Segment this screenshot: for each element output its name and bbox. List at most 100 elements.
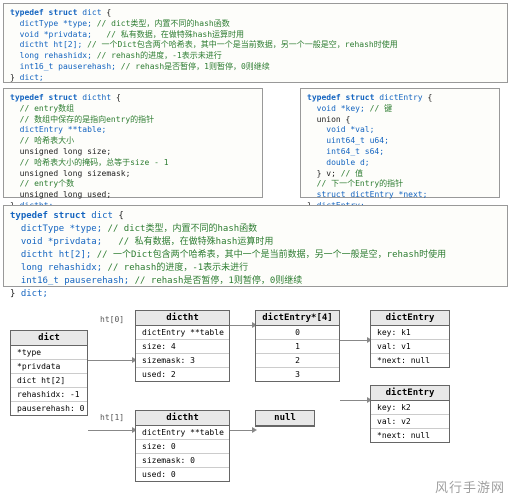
box-row: *next: null: [371, 429, 449, 442]
keyword: typedef struct: [10, 93, 77, 102]
struct-name: dict: [91, 211, 113, 221]
box-row: val: v1: [371, 340, 449, 354]
box-row: sizemask: 3: [136, 354, 229, 368]
box-row: 0: [256, 326, 339, 340]
brace: {: [118, 211, 123, 221]
diagram-box-dict: dict *type *privdata dict ht[2] rehashid…: [10, 330, 88, 416]
box-row: key: k2: [371, 401, 449, 415]
arrow: [88, 430, 133, 431]
box-row: used: 2: [136, 368, 229, 381]
code-line: unsigned long sizemask;: [20, 169, 131, 178]
code-block-dictht: typedef struct dictht { // entry数组 // 数组…: [3, 88, 263, 198]
box-row: used: 0: [136, 468, 229, 481]
code-block-dict-bottom: typedef struct dict { dictType *type; //…: [3, 205, 508, 287]
code-line: int16_t pauserehash;: [20, 62, 116, 71]
code-line: dictType *type;: [20, 19, 92, 28]
code-line: } v;: [317, 169, 336, 178]
arrow: [340, 340, 368, 341]
code-line: dictht ht[2];: [20, 40, 83, 49]
comment: // rehash是否暂停，1则暂停，0则继续: [121, 62, 270, 71]
comment: // 私有数据，在做特殊hash运算时用: [118, 237, 273, 247]
code-line: long rehashidx;: [21, 263, 102, 273]
box-title: null: [256, 411, 314, 426]
diagram-box-dictht0: dictht dictEntry **table size: 4 sizemas…: [135, 310, 230, 382]
box-row: *privdata: [11, 360, 87, 374]
keyword: typedef struct: [307, 93, 374, 102]
label-ht1: ht[1]: [100, 413, 124, 422]
code-line: dictEntry **table;: [20, 125, 107, 134]
box-title: dictEntry: [371, 386, 449, 401]
label-ht0: ht[0]: [100, 315, 124, 324]
arrow: [230, 430, 253, 431]
comment: // 私有数据，在做特殊hash运算时用: [106, 30, 244, 39]
keyword: typedef struct: [10, 8, 77, 17]
comment: // 一个Dict包含两个哈希表，其中一个是当前数据，另一个一般是空，rehas…: [87, 40, 398, 49]
diagram-box-array: dictEntry*[4] 0 1 2 3: [255, 310, 340, 382]
code-line: dictht ht[2];: [21, 250, 91, 260]
brace: }: [10, 289, 21, 299]
comment: // entry个数: [20, 179, 75, 188]
brace: {: [427, 93, 432, 102]
code-line: uint64_t u64;: [326, 136, 389, 145]
box-row: 2: [256, 354, 339, 368]
arrow: [88, 360, 133, 361]
code-line: void *key;: [317, 104, 365, 113]
code-block-dict-top: typedef struct dict { dictType *type; //…: [3, 3, 508, 83]
code-line: void *val;: [326, 125, 374, 134]
box-row: dict ht[2]: [11, 374, 87, 388]
box-row: *next: null: [371, 354, 449, 367]
arrow: [230, 325, 253, 326]
box-title: dictht: [136, 411, 229, 426]
comment: // 一个Dict包含两个哈希表，其中一个是当前数据，另一个一般是空，rehas…: [97, 250, 446, 260]
watermark: 风行手游网: [435, 477, 505, 496]
box-title: dictEntry: [371, 311, 449, 326]
diagram-box-entry2: dictEntry key: k2 val: v2 *next: null: [370, 385, 450, 443]
comment: // 数组中保存的是指向entry的指针: [20, 115, 155, 124]
box-row: val: v2: [371, 415, 449, 429]
comment: // dict类型，内置不同的hash函数: [97, 19, 230, 28]
keyword: typedef struct: [10, 211, 86, 221]
code-line: struct dictEntry *next;: [317, 190, 428, 199]
code-line: double d;: [326, 158, 369, 167]
comment: // rehash是否暂停，1则暂停，0则继续: [135, 276, 303, 286]
comment: // 下一个Entry的指针: [317, 179, 404, 188]
box-row: dictEntry **table: [136, 326, 229, 340]
struct-name: dict: [82, 8, 101, 17]
box-row: rehashidx: -1: [11, 388, 87, 402]
diagram-box-dictht1: dictht dictEntry **table size: 0 sizemas…: [135, 410, 230, 482]
box-title: dictEntry*[4]: [256, 311, 339, 326]
box-row: pauserehash: 0: [11, 402, 87, 415]
box-row: dictEntry **table: [136, 426, 229, 440]
code-line: int64_t s64;: [326, 147, 384, 156]
comment: // entry数组: [20, 104, 75, 113]
box-row: size: 4: [136, 340, 229, 354]
comment: // rehash的进度，-1表示未进行: [108, 263, 249, 273]
code-line: unsigned long used;: [20, 190, 112, 199]
code-line: union {: [317, 115, 351, 124]
comment: // 哈希表大小: [20, 136, 74, 145]
comment: // dict类型，内置不同的hash函数: [108, 224, 258, 234]
comment: // 键: [370, 104, 392, 113]
code-line: void *privdata;: [21, 237, 102, 247]
box-title: dict: [11, 331, 87, 346]
diagram-box-entry1: dictEntry key: k1 val: v1 *next: null: [370, 310, 450, 368]
brace: {: [106, 8, 111, 17]
box-row: size: 0: [136, 440, 229, 454]
code-line: int16_t pauserehash;: [21, 276, 129, 286]
code-line: long rehashidx;: [20, 51, 92, 60]
code-line: dictType *type;: [21, 224, 102, 234]
box-row: key: k1: [371, 326, 449, 340]
box-title: dictht: [136, 311, 229, 326]
brace: }: [10, 73, 20, 82]
box-row: 3: [256, 368, 339, 381]
struct-name: dict;: [20, 73, 44, 82]
arrow: [340, 400, 368, 401]
comment: // 值: [341, 169, 363, 178]
comment: // rehash的进度，-1表示未进行: [97, 51, 222, 60]
code-line: unsigned long size;: [20, 147, 112, 156]
box-row: sizemask: 0: [136, 454, 229, 468]
diagram-box-null: null: [255, 410, 315, 427]
struct-name: dictht: [82, 93, 111, 102]
code-line: void *privdata;: [20, 30, 92, 39]
comment: // 哈希表大小的掩码，总等于size - 1: [20, 158, 169, 167]
